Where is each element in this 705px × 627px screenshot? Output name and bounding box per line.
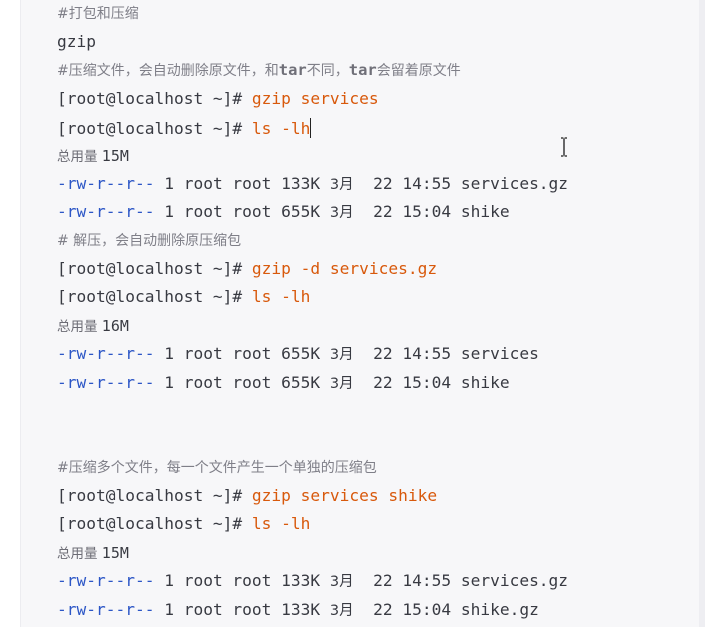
code-text: gzip	[57, 32, 96, 51]
total-size-line: 总用量 15M	[57, 146, 129, 168]
code-text: 1 root root 655K	[154, 202, 330, 221]
code-line: -rw-r--r-- 1 root root 655K 3月 22 15:04 …	[57, 202, 510, 224]
code-text: [root@localhost ~]#	[57, 287, 252, 306]
scrollbar-track[interactable]	[699, 0, 705, 627]
comment-line: #打包和压缩	[57, 4, 139, 26]
code-text: [root@localhost ~]#	[57, 259, 252, 278]
code-text: 3月	[329, 177, 354, 193]
total-label: 总用量	[57, 546, 98, 562]
text-ibeam-cursor-icon	[561, 137, 567, 157]
permission-text: -rw-r--r--	[57, 600, 155, 619]
code-block[interactable]: #打包和压缩 gzip #压缩文件，会自动删除原文件，和tar不同，tar会留着原文…	[20, 0, 705, 627]
code-text: [root@localhost ~]#	[57, 119, 252, 138]
comment-line: #压缩多个文件，每一个文件产生一个单独的压缩包	[57, 458, 377, 480]
total-size-line: 总用量 16M	[57, 316, 129, 338]
comment-text: #压缩多个文件，每一个文件产生一个单独的压缩包	[57, 460, 377, 476]
code-text: 不同，	[306, 63, 349, 79]
code-text: 1 root root 133K	[154, 571, 330, 590]
keyword-text: tar	[278, 61, 307, 79]
screenshot-frame: #打包和压缩 gzip #压缩文件，会自动删除原文件，和tar不同，tar会留着原文…	[0, 0, 705, 627]
permission-text: -rw-r--r--	[57, 571, 155, 590]
code-text: 3月	[329, 347, 354, 363]
code-line: -rw-r--r-- 1 root root 133K 3月 22 15:04 …	[57, 600, 539, 622]
code-text: 1 root root 133K	[154, 174, 330, 193]
total-size-line: 总用量 15M	[57, 543, 129, 565]
code-line: -rw-r--r-- 1 root root 655K 3月 22 14:55 …	[57, 344, 539, 366]
code-text: [root@localhost ~]#	[57, 514, 252, 533]
comment-text: # 解压，会自动删除原压缩包	[57, 233, 242, 249]
code-text: [root@localhost ~]#	[57, 89, 252, 108]
code-text: 3月	[329, 205, 354, 221]
permission-text: -rw-r--r--	[57, 202, 155, 221]
code-line: -rw-r--r-- 1 root root 133K 3月 22 14:55 …	[57, 571, 568, 593]
code-text: 3月	[329, 574, 354, 590]
total-value: 16M	[101, 317, 129, 335]
code-text: 1 root root 655K	[154, 373, 330, 392]
code-text: 22 14:55 services.gz	[353, 571, 569, 590]
total-label: 总用量	[57, 319, 98, 335]
permission-text: -rw-r--r--	[57, 174, 155, 193]
comment-text: #打包和压缩	[57, 6, 139, 22]
code-line: [root@localhost ~]# ls -lh	[57, 514, 310, 536]
code-line: [root@localhost ~]# ls -lh	[57, 118, 312, 140]
keyword-text: tar	[348, 61, 377, 79]
total-value: 15M	[101, 147, 129, 165]
code-line: [root@localhost ~]# ls -lh	[57, 287, 310, 309]
comment-line: # 解压，会自动删除原压缩包	[57, 231, 241, 253]
code-text: 22 15:04 shike.gz	[353, 600, 539, 619]
code-line: -rw-r--r-- 1 root root 655K 3月 22 15:04 …	[57, 373, 510, 395]
total-label: 总用量	[57, 149, 98, 165]
code-line: gzip	[57, 32, 96, 54]
command-text: ls -lh	[251, 119, 311, 138]
permission-text: -rw-r--r--	[57, 373, 155, 392]
command-text: gzip services	[251, 89, 379, 108]
code-text: 22 15:04 shike	[353, 202, 510, 221]
code-text: 3月	[329, 376, 354, 392]
code-text: 22 15:04 shike	[353, 373, 510, 392]
code-text: 3月	[329, 603, 354, 619]
command-text: gzip services shike	[251, 486, 438, 505]
code-text: 22 14:55 services	[353, 344, 539, 363]
total-value: 15M	[101, 544, 129, 562]
comment-line: #压缩文件，会自动删除原文件，和tar不同，tar会留着原文件	[57, 60, 461, 82]
code-line: [root@localhost ~]# gzip services	[57, 89, 379, 111]
code-text: 1 root root 655K	[154, 344, 330, 363]
permission-text: -rw-r--r--	[57, 344, 155, 363]
command-text: gzip -d services.gz	[251, 259, 438, 278]
code-text: 会留着原文件	[376, 63, 461, 79]
code-text: #压缩文件，会自动删除原文件，和	[57, 63, 279, 79]
command-text: ls -lh	[251, 287, 311, 306]
code-text: 1 root root 133K	[154, 600, 330, 619]
code-line: [root@localhost ~]# gzip services shike	[57, 486, 437, 508]
code-text: [root@localhost ~]#	[57, 486, 252, 505]
code-line: [root@localhost ~]# gzip -d services.gz	[57, 259, 437, 281]
code-line: -rw-r--r-- 1 root root 133K 3月 22 14:55 …	[57, 174, 568, 196]
code-text: 22 14:55 services.gz	[353, 174, 569, 193]
text-caret	[310, 118, 312, 138]
command-text: ls -lh	[251, 514, 311, 533]
